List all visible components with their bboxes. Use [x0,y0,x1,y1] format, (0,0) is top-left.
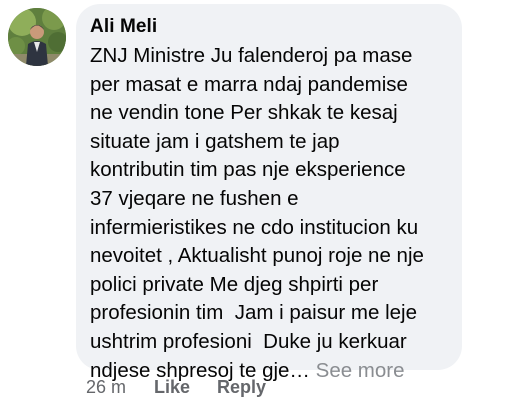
profile-photo-icon [8,8,66,66]
comment-text-line: ne vendin tone Per shkak te kesaj [90,101,398,125]
author-name[interactable]: Ali Meli [90,14,448,40]
comment-text-line: situate jam i gatshem te jap [90,129,340,153]
comment-text-line: polici private Me djeg shpirti per [90,272,379,296]
comment-timestamp[interactable]: 26 m [86,374,126,400]
comment-text-line: ushtrim profesioni Duke ju kerkuar [90,329,407,353]
comment-text-line: ZNJ Ministre Ju falenderoj pa mase [90,44,413,67]
comment-text-line: nevoitet , Aktualisht punoj roje ne nje [90,244,424,268]
see-more-link[interactable]: See more [316,359,405,382]
avatar[interactable] [8,8,66,66]
comment: Ali Meli ZNJ Ministre Ju falenderoj pa m… [0,0,528,408]
reply-button[interactable]: Reply [217,374,266,400]
comment-bubble: Ali Meli ZNJ Ministre Ju falenderoj pa m… [76,4,462,382]
like-button[interactable]: Like [154,374,190,400]
comment-text: ZNJ Ministre Ju falenderoj pa mase per ma… [90,42,448,385]
comment-text-last-line: ndjese shpresoj te gje… See more [90,357,448,386]
comment-text-line: kontributin tim pas nje eksperience [90,158,406,182]
comment-text-line: profesionin tim Jam i paisur me leje [90,301,417,325]
comment-text-line: infermieristikes ne cdo institucion ku [90,215,419,239]
comment-text-line: per masat e marra ndaj pandemise [90,72,408,96]
comment-text-line: 37 vjeqare ne fushen e [90,186,299,210]
